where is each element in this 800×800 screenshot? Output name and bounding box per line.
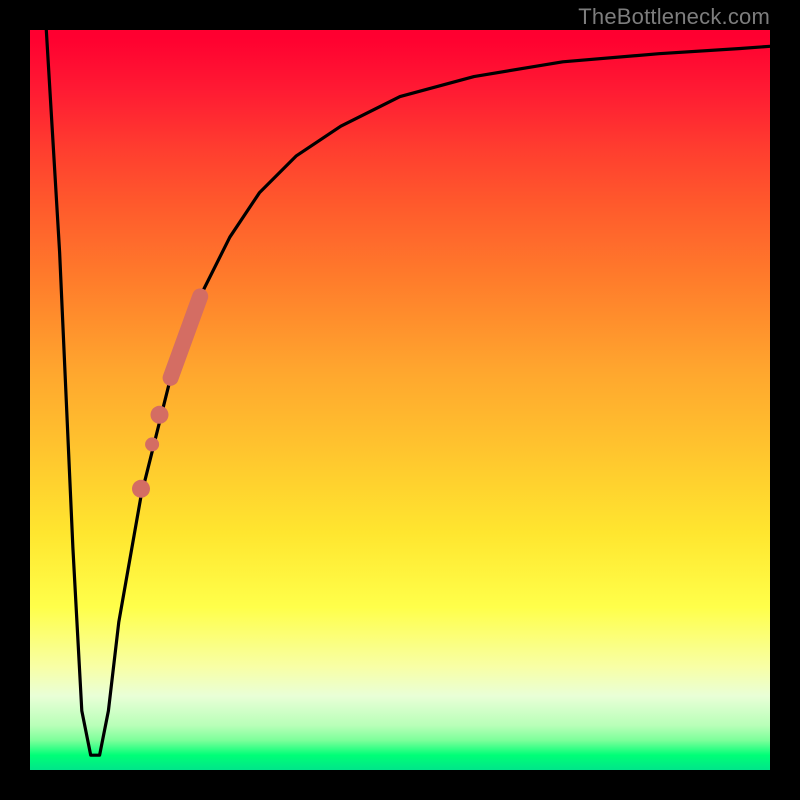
watermark-text: TheBottleneck.com <box>578 4 770 30</box>
curve-layer <box>30 30 770 770</box>
highlight-segment <box>171 296 201 377</box>
chart-frame: TheBottleneck.com <box>0 0 800 800</box>
dot-2 <box>145 437 159 451</box>
bottleneck-curve <box>46 30 770 755</box>
dot-1 <box>151 406 169 424</box>
dot-3 <box>132 480 150 498</box>
plot-area <box>30 30 770 770</box>
